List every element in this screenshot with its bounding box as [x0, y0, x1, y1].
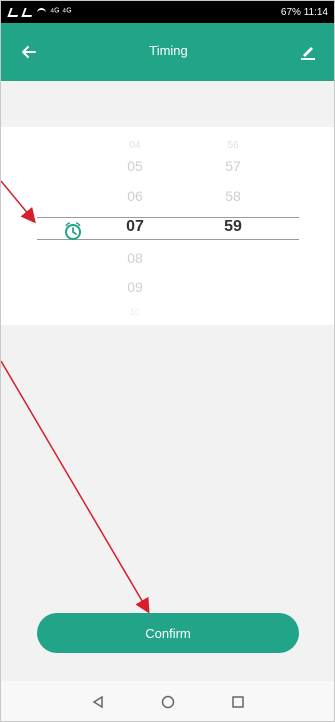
nav-home-button[interactable] — [155, 689, 181, 715]
confirm-button[interactable]: Confirm — [37, 613, 299, 653]
android-nav-bar — [1, 681, 334, 721]
edit-button[interactable] — [292, 37, 324, 67]
battery-time-label: 67% 11:14 — [280, 6, 328, 18]
wifi-icon — [37, 7, 46, 17]
minute-selected: 59 — [224, 218, 242, 235]
app-bar: Timing — [1, 23, 334, 81]
nav-recent-button[interactable] — [225, 689, 251, 715]
pencil-icon — [301, 47, 315, 60]
hour-column[interactable]: 04 05 06 07 08 09 10 — [105, 127, 165, 325]
minute-upper-far: 56 — [227, 140, 239, 151]
minute-column[interactable]: 56 57 58 59 — [203, 127, 263, 325]
square-recent-icon — [232, 696, 244, 708]
signal-icon — [7, 7, 21, 17]
hour-upper-far: 04 — [129, 140, 141, 151]
status-right: 67% 11:14 — [281, 7, 328, 18]
hour-selected: 07 — [126, 218, 144, 235]
time-picker-card: 04 05 06 07 08 09 10 56 57 58 59 — [1, 127, 334, 325]
status-bar: ⁴ᴳ ⁴ᴳ 67% 11:14 — [1, 1, 334, 23]
phone-screen: ⁴ᴳ ⁴ᴳ 67% 11:14 Timing 04 05 06 07 08 09… — [0, 0, 335, 722]
status-left: ⁴ᴳ ⁴ᴳ — [7, 6, 72, 18]
hour-upper-2: 05 — [127, 158, 143, 174]
nav-back-button[interactable] — [85, 689, 111, 715]
hour-lower-far: 10 — [129, 307, 140, 317]
minute-upper-1: 58 — [225, 188, 241, 204]
network-label: ⁴ᴳ ⁴ᴳ — [50, 6, 72, 18]
arrow-to-confirm — [1, 360, 150, 614]
signal-icon-2 — [21, 7, 35, 17]
hour-lower-2: 09 — [127, 279, 143, 295]
alarm-clock-icon — [65, 222, 81, 240]
triangle-back-icon — [92, 695, 103, 709]
minute-upper-2: 57 — [225, 158, 241, 174]
hour-upper-1: 06 — [127, 188, 143, 204]
hour-lower-1: 08 — [127, 250, 143, 266]
page-title: Timing — [149, 43, 188, 58]
circle-home-icon — [161, 695, 175, 709]
